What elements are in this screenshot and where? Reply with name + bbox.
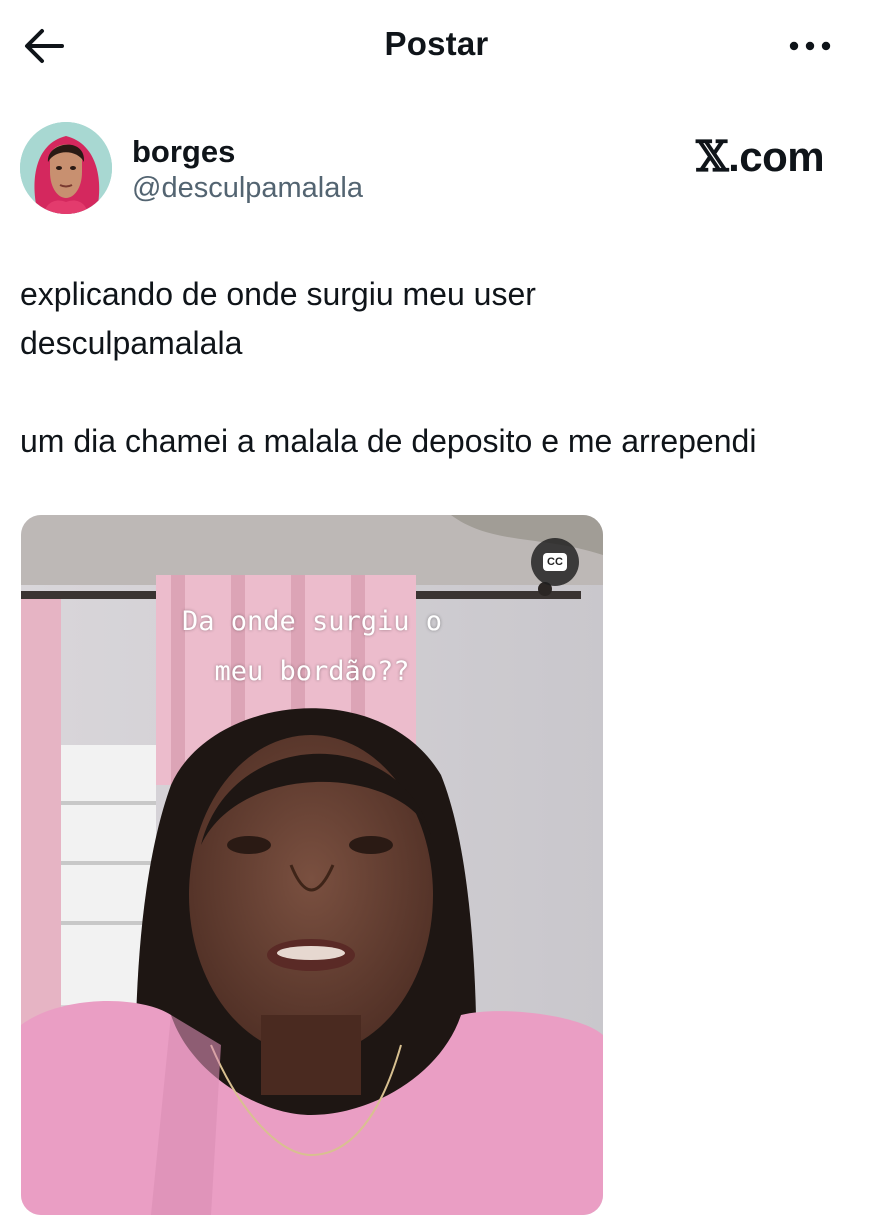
page-title: Postar	[384, 25, 489, 62]
top-bar: Postar	[0, 0, 873, 92]
x-com-brand: 𝕏.com	[696, 132, 825, 181]
video-caption-line-1: Da onde surgiu o	[181, 606, 443, 637]
brand-domain: .com	[728, 133, 825, 180]
avatar[interactable]	[20, 122, 112, 214]
x-logo-icon: 𝕏	[696, 132, 729, 181]
closed-captions-icon: CC	[543, 553, 567, 571]
author-handle[interactable]: @desculpamalala	[132, 172, 363, 205]
more-options-button[interactable]	[782, 28, 838, 64]
tweet-author: borges @desculpamalala 𝕏.com	[20, 122, 853, 218]
tweet-text: explicando de onde surgiu meu user descu…	[20, 276, 757, 459]
video-caption-line-2: meu bordão??	[214, 656, 410, 687]
avatar-photo	[20, 122, 112, 214]
closed-captions-button[interactable]: CC	[531, 538, 579, 586]
tweet-video[interactable]: Da onde surgiu o meu bordão?? CC	[21, 515, 603, 1215]
author-display-name[interactable]: borges	[132, 134, 235, 170]
more-horizontal-icon	[789, 41, 831, 51]
